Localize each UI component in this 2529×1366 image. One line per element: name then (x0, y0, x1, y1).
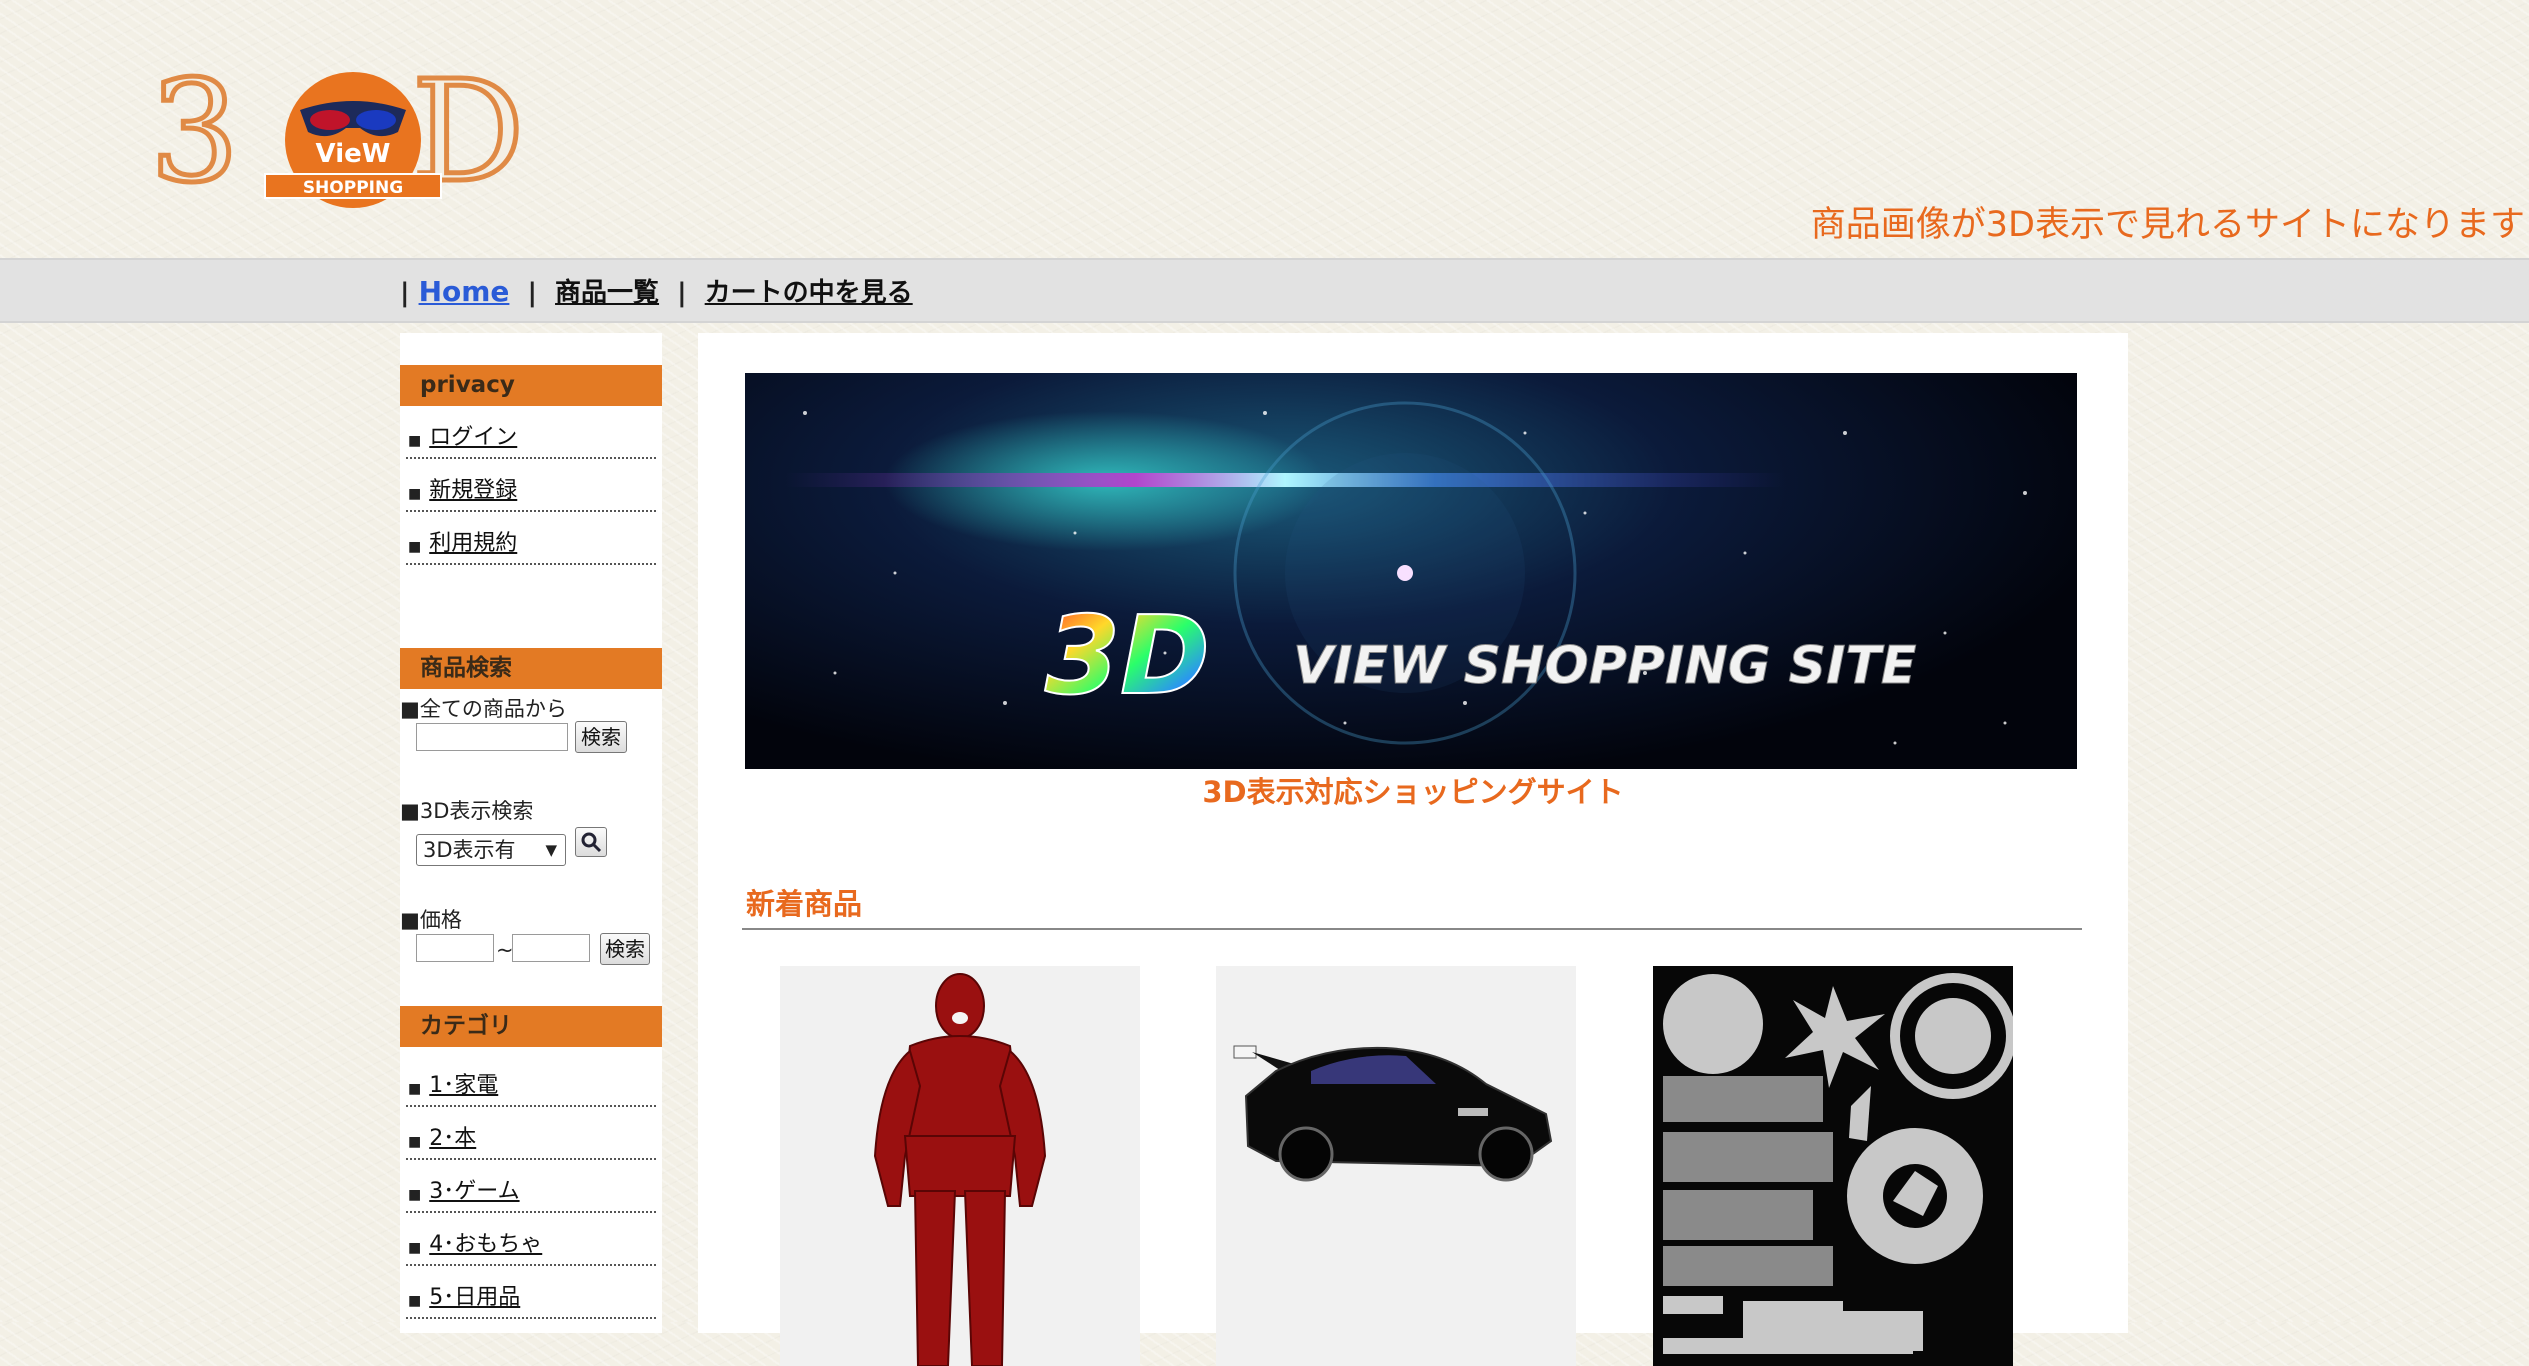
square-bullet-icon: ■ (408, 1081, 422, 1097)
nav-separator: | (677, 278, 687, 308)
texture-map-image (1663, 973, 2013, 1354)
square-bullet-icon: ■ (408, 1187, 422, 1203)
product-card-texture[interactable] (1653, 966, 2013, 1366)
main-nav: | Home | 商品一覧 | カートの中を見る (400, 272, 913, 309)
price-min-input[interactable] (416, 934, 494, 962)
banner-3d-logo: 3D (1045, 594, 1210, 719)
sidebar-item-terms: ■ 利用規約 (406, 512, 656, 565)
price-label: ■価格 (400, 908, 462, 932)
nav-cart-link[interactable]: カートの中を見る (705, 278, 913, 308)
keyword-search-input[interactable] (416, 723, 568, 751)
product-card-car[interactable] (1216, 966, 1576, 1366)
sidebar-item-category-2: ■ 2･本 (406, 1107, 656, 1160)
globe-star (1397, 565, 1413, 581)
sidebar: privacy ■ ログイン ■ 新規登録 ■ 利用規約 商品検索 ■全ての商品から … (400, 333, 662, 1333)
banner-title: VIEW SHOPPING SITE (1293, 636, 1916, 696)
hero-banner-graphic: 3D VIEW SHOPPING SITE (785, 401, 2027, 745)
sidebar-item-register: ■ 新規登録 (406, 459, 656, 512)
sidebar-item-category-1: ■ 1･家電 (406, 1054, 656, 1107)
sidebar-item-category-4: ■ 4･おもちゃ (406, 1213, 656, 1266)
square-bullet-icon: ■ (408, 433, 422, 449)
nav-home-link[interactable]: Home (419, 275, 510, 308)
logo-3-text: 3 (150, 62, 239, 210)
nav-separator: | (400, 278, 410, 308)
keyword-search-button[interactable]: 検索 (575, 721, 627, 753)
square-bullet-icon: ■ (408, 539, 422, 555)
view3d-select-value: 3D表示有 (423, 838, 516, 862)
privacy-heading: privacy (400, 365, 662, 406)
glasses-blue-lens-icon (356, 110, 396, 130)
logo-badge-text: VieW (316, 139, 391, 169)
nav-products-link[interactable]: 商品一覧 (555, 278, 659, 308)
search-heading: 商品検索 (400, 648, 662, 689)
square-bullet-icon: ■ (408, 1293, 422, 1309)
square-bullet-icon: ■ (408, 486, 422, 502)
new-products-divider (742, 928, 2082, 930)
view3d-select[interactable]: 3D表示有 ▼ (416, 834, 566, 866)
red-figure-image (873, 973, 1047, 1366)
privacy-menu: ■ ログイン ■ 新規登録 ■ 利用規約 (400, 406, 662, 565)
price-max-input[interactable] (512, 934, 590, 962)
category-heading: カテゴリ (400, 1006, 662, 1047)
price-search-button[interactable]: 検索 (600, 933, 650, 965)
nav-separator: | (527, 278, 537, 308)
product-card-figure[interactable] (780, 966, 1140, 1366)
category-link[interactable]: 5･日用品 (429, 1279, 520, 1311)
site-logo-graphic: 3 D VieW SHOPPING (148, 49, 527, 217)
sidebar-item-category-5: ■ 5･日用品 (406, 1266, 656, 1319)
view3d-search-button[interactable] (575, 827, 607, 857)
hero-banner[interactable]: 3D VIEW SHOPPING SITE (745, 373, 2077, 769)
galaxy-streak (785, 473, 1785, 487)
register-link[interactable]: 新規登録 (429, 472, 517, 504)
category-link[interactable]: 2･本 (429, 1120, 476, 1152)
terms-link[interactable]: 利用規約 (429, 525, 517, 557)
magnifier-icon (581, 832, 602, 853)
category-link[interactable]: 1･家電 (429, 1067, 498, 1099)
sidebar-item-login: ■ ログイン (406, 406, 656, 459)
race-car-image (1233, 1045, 1553, 1182)
login-link[interactable]: ログイン (429, 419, 517, 451)
new-products-heading: 新着商品 (746, 887, 863, 921)
square-bullet-icon: ■ (408, 1240, 422, 1256)
search-all-label: ■全ての商品から (400, 697, 567, 721)
glasses-red-lens-icon (310, 110, 350, 130)
site-logo[interactable]: 3 D VieW SHOPPING (148, 49, 550, 217)
chevron-down-icon: ▼ (545, 841, 557, 859)
square-bullet-icon: ■ (408, 1134, 422, 1150)
view3d-search-label: ■3D表示検索 (400, 799, 534, 823)
main-content: 3D VIEW SHOPPING SITE 3D表示対応ショッピングサイト 新着… (698, 333, 2128, 1366)
category-menu: ■ 1･家電 ■ 2･本 ■ 3･ゲーム ■ 4･おもちゃ ■ 5･日用品 (400, 1054, 662, 1319)
category-link[interactable]: 3･ゲーム (429, 1173, 519, 1205)
price-range-tilde: ~ (496, 938, 514, 962)
sidebar-item-category-3: ■ 3･ゲーム (406, 1160, 656, 1213)
logo-sub-text: SHOPPING (303, 178, 403, 198)
banner-caption: 3D表示対応ショッピングサイト (1202, 775, 1624, 809)
site-tagline: 商品画像が3D表示で見れるサイトになります (1810, 205, 2525, 245)
nav-bar: | Home | 商品一覧 | カートの中を見る (0, 258, 2529, 323)
category-link[interactable]: 4･おもちゃ (429, 1226, 542, 1258)
